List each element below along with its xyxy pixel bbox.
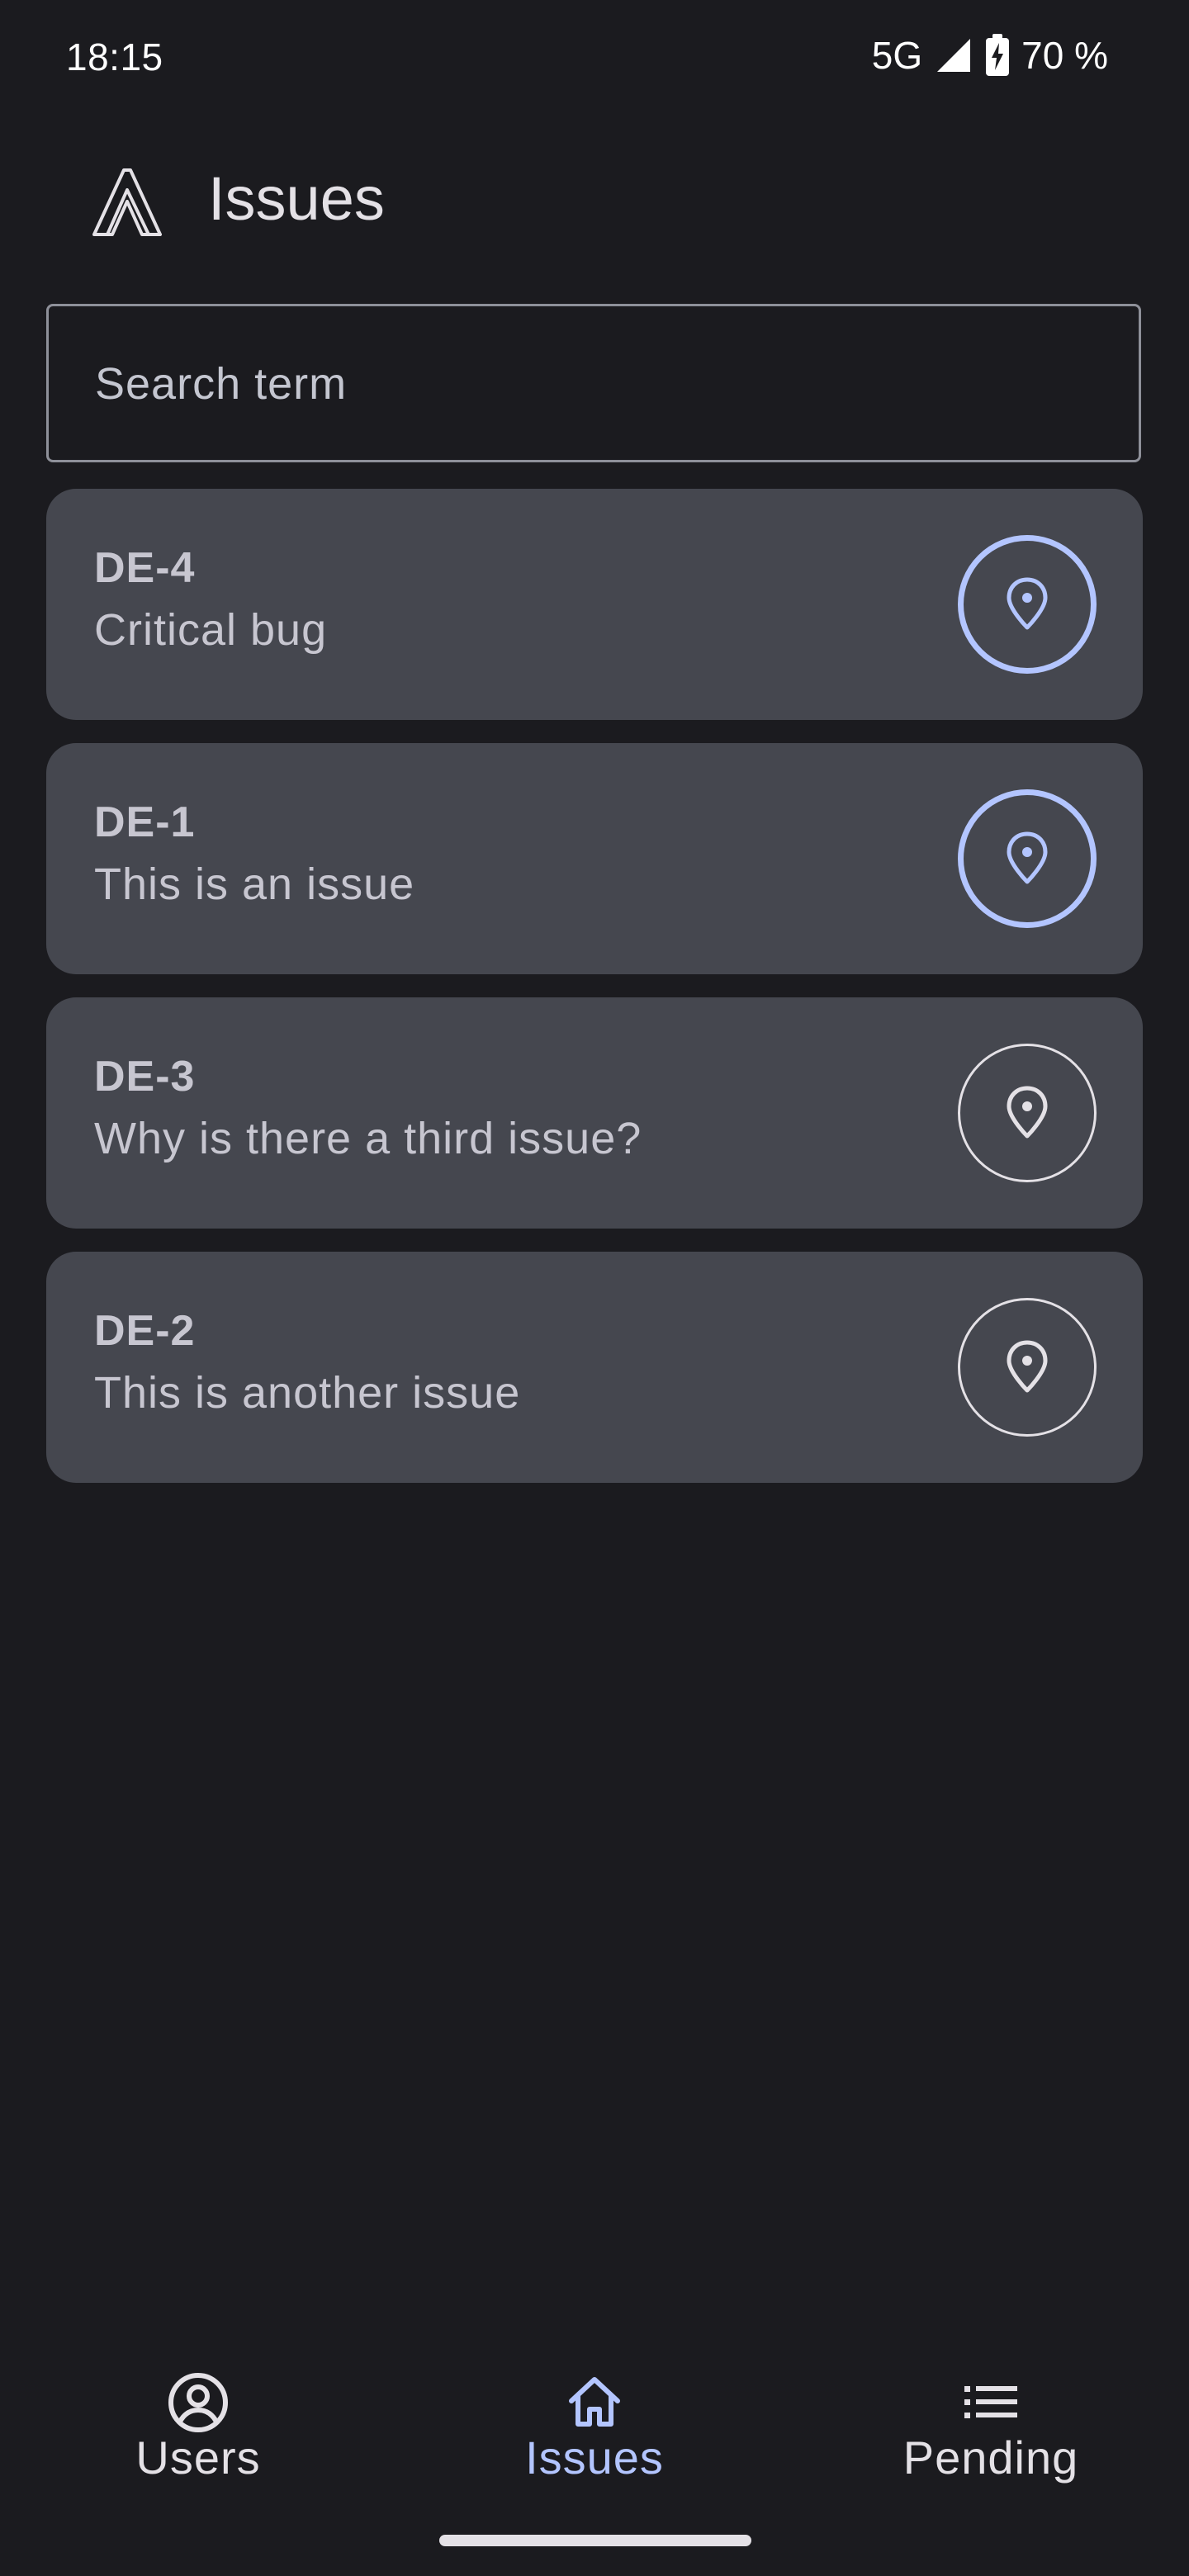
location-button[interactable] xyxy=(958,789,1097,928)
issue-id: DE-3 xyxy=(94,1053,196,1101)
status-time: 18:15 xyxy=(66,36,163,78)
location-pin-icon xyxy=(1007,1340,1048,1393)
nav-label-issues: Issues xyxy=(525,2432,664,2484)
issue-card[interactable]: DE-2 This is another issue xyxy=(46,1252,1143,1483)
nav-item-issues[interactable]: Issues xyxy=(471,2370,718,2502)
issue-title: This is an issue xyxy=(94,859,415,909)
network-label: 5G xyxy=(871,34,923,77)
status-indicators: 5G 70 % xyxy=(872,33,1108,78)
nav-label-users: Users xyxy=(135,2432,261,2484)
location-button[interactable] xyxy=(958,1298,1097,1437)
nav-item-users[interactable]: Users xyxy=(74,2370,322,2502)
list-icon xyxy=(958,2370,1024,2436)
location-button[interactable] xyxy=(958,535,1097,674)
search-input[interactable] xyxy=(93,306,1087,462)
location-button[interactable] xyxy=(958,1044,1097,1182)
issue-card[interactable]: DE-4 Critical bug xyxy=(46,489,1143,720)
issue-title: Why is there a third issue? xyxy=(94,1114,642,1163)
location-pin-icon xyxy=(1007,831,1048,884)
location-pin-icon xyxy=(1007,577,1048,630)
search-field[interactable] xyxy=(46,304,1141,462)
status-bar: 18:15 5G 70 % xyxy=(0,0,1189,116)
gesture-bar[interactable] xyxy=(439,2535,751,2546)
issue-card[interactable]: DE-1 This is an issue xyxy=(46,743,1143,974)
issue-title: Critical bug xyxy=(94,605,328,655)
account-circle-icon xyxy=(165,2370,231,2436)
bottom-navigation: Users Issues Pending xyxy=(0,2361,1189,2510)
signal-icon xyxy=(934,36,973,75)
nav-label-pending: Pending xyxy=(902,2432,1079,2484)
battery-level: 70 % xyxy=(1021,34,1108,77)
issue-id: DE-4 xyxy=(94,544,196,592)
home-icon xyxy=(561,2370,628,2436)
issue-list: DE-4 Critical bug DE-1 This is an issue … xyxy=(46,489,1143,1506)
issue-title: This is another issue xyxy=(94,1368,521,1418)
location-pin-icon xyxy=(1007,1086,1048,1139)
app-logo-icon xyxy=(89,165,163,239)
nav-item-pending[interactable]: Pending xyxy=(867,2370,1115,2502)
issue-card[interactable]: DE-3 Why is there a third issue? xyxy=(46,997,1143,1229)
page-title: Issues xyxy=(208,164,385,233)
issue-id: DE-1 xyxy=(94,798,196,846)
battery-charging-icon xyxy=(985,34,1010,77)
issue-id: DE-2 xyxy=(94,1307,196,1355)
app-header: Issues xyxy=(0,157,1189,248)
